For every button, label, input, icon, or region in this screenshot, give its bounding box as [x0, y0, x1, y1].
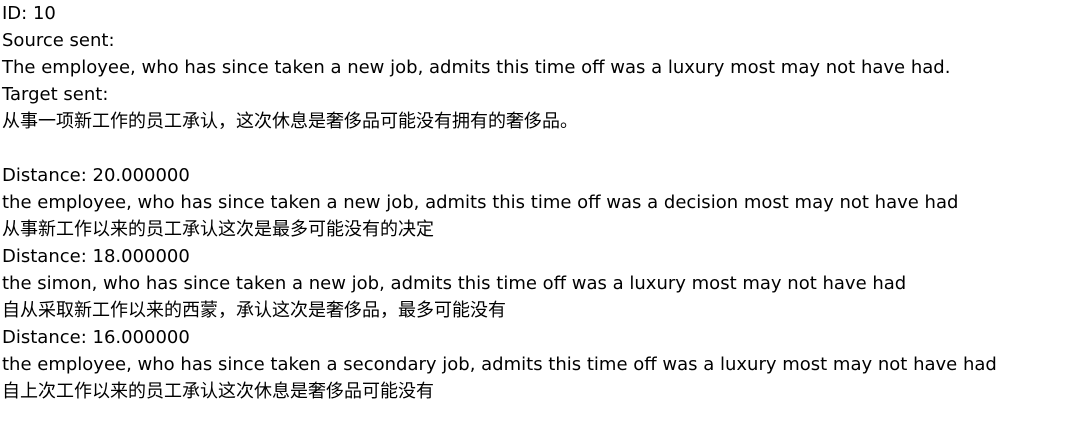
distance-line: Distance: 16.000000 [2, 327, 190, 348]
target-sentence: 从事一项新工作的员工承认，这次休息是奢侈品可能没有拥有的奢侈品。 [2, 111, 578, 132]
source-label: Source sent: [2, 30, 115, 51]
result-entry: Distance: 16.000000 the employee, who ha… [2, 324, 1072, 405]
target-label: Target sent: [2, 84, 109, 105]
chinese-sentence: 自从采取新工作以来的西蒙，承认这次是奢侈品，最多可能没有 [2, 300, 506, 321]
english-sentence: the employee, who has since taken a seco… [2, 354, 997, 375]
chinese-sentence: 从事新工作以来的员工承认这次是最多可能没有的决定 [2, 219, 434, 240]
text-output: ID: 10 Source sent: The employee, who ha… [2, 0, 1072, 405]
id-line: ID: 10 [2, 3, 56, 24]
source-sentence: The employee, who has since taken a new … [2, 57, 951, 78]
distance-line: Distance: 20.000000 [2, 165, 190, 186]
result-entry: Distance: 20.000000 the employee, who ha… [2, 162, 1072, 243]
chinese-sentence: 自上次工作以来的员工承认这次休息是奢侈品可能没有 [2, 381, 434, 402]
english-sentence: the simon, who has since taken a new job… [2, 273, 907, 294]
english-sentence: the employee, who has since taken a new … [2, 192, 959, 213]
result-entry: Distance: 18.000000 the simon, who has s… [2, 243, 1072, 324]
distance-line: Distance: 18.000000 [2, 246, 190, 267]
